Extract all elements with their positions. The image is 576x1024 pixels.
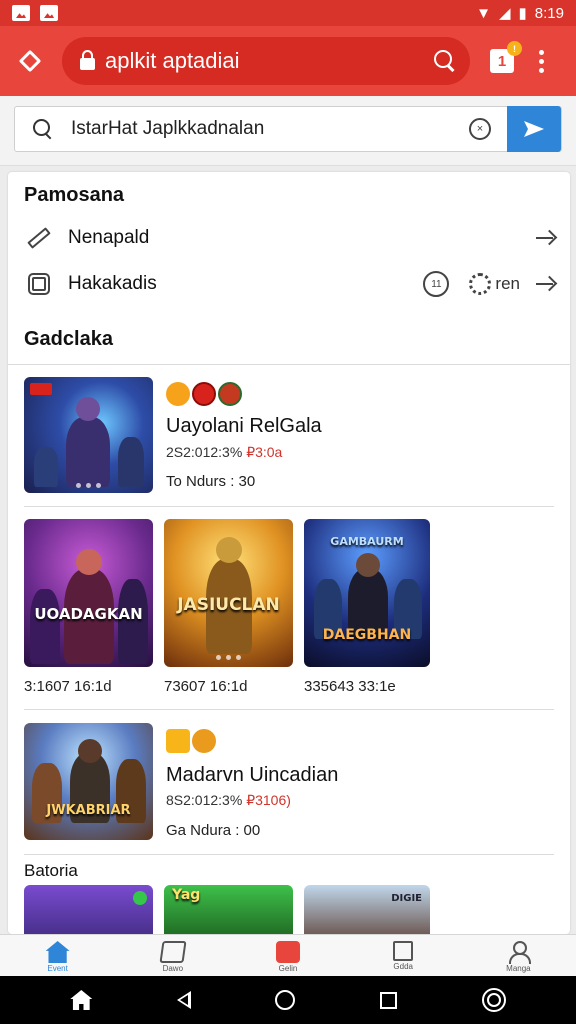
menu-item-label: Hakakadis [68,273,157,294]
divider [24,854,554,855]
menu-item-nenapald[interactable]: Nenapald [8,218,570,258]
game-thumbnail[interactable]: UOADAGKAN [24,519,153,667]
game-thumbnail[interactable]: JASIUCLAN [164,519,293,667]
diary-icon [159,941,187,963]
tabs-count: 1 [497,52,507,70]
divider [24,506,554,507]
face-badge-icon [192,729,216,753]
badge-row [166,382,242,406]
gear-label: ren [495,274,520,293]
game-thumbnail[interactable]: JWKABRIAR [24,723,153,840]
battery-icon: ▮ [518,5,527,22]
system-home-icon[interactable] [70,990,93,1010]
game-thumbnail[interactable] [24,885,153,934]
crown-badge-icon [166,729,190,753]
send-button[interactable] [507,106,561,152]
browser-toolbar: aplkit aptadiai 1 ! [0,26,576,96]
game-sub: Ga Ndura : 00 [166,822,261,839]
app-square-icon [28,273,50,295]
content-card: Pamosana Nenapald Hakakadis 11 ren Gadcl… [8,172,570,934]
home-circle-icon[interactable] [275,990,296,1010]
clear-icon[interactable]: × [469,118,491,140]
divider [8,364,570,365]
tag-badge [30,383,52,395]
game-art-title: DAEGBHAN [322,627,412,643]
send-icon [524,121,544,137]
arrow-right-icon [536,230,556,246]
status-bar: ▼ ◢ ▮ 8:19 [0,0,576,26]
grid-caption: 335643 33:1e [304,678,396,695]
star-badge-icon [166,382,190,406]
grid-caption: 3:1607 16:1d [24,678,112,695]
game-thumbnail[interactable]: GAMBAURM DAEGBHAN [304,519,430,667]
red-badge-icon [192,382,216,406]
game-art-title: Yag [172,887,201,903]
menu-item-hakakadis[interactable]: Hakakadis 11 ren [8,264,570,304]
square-icon [393,941,414,961]
nav-gelin[interactable]: Gelin [230,935,345,976]
search-box[interactable]: IstarHat Japlkkadnalan × [14,106,562,152]
game-sub: To Ndurs : 30 [166,473,256,490]
game-thumbnail[interactable]: DIGIE [304,885,430,934]
diamond-icon [18,49,42,73]
search-input[interactable]: IstarHat Japlkkadnalan [71,118,264,140]
notification-image-icon [12,5,30,21]
counter-button[interactable]: 11 [423,271,450,297]
search-area: IstarHat Japlkkadnalan × [0,96,576,166]
game-thumbnail[interactable] [24,377,153,493]
recents-icon[interactable] [380,991,398,1009]
nav-dawo[interactable]: Dawo [115,935,230,976]
arrow-right-icon [536,276,556,292]
divider [24,709,554,710]
menu-item-label: Nenapald [68,227,150,248]
grid-caption: 73607 16:1d [164,678,248,695]
bottom-nav: Event Dawo Gelin Gdda Manga [0,934,576,976]
signal-icon: ◢ [498,5,511,22]
game-thumbnail[interactable]: Yag [164,885,293,934]
game-meta: 2S2:012:3% ₽3:0a [166,444,283,460]
back-icon[interactable] [176,991,191,1009]
nav-gdda[interactable]: Gdda [346,935,461,976]
nav-manga[interactable]: Manga [461,935,576,976]
assistant-icon[interactable] [481,988,506,1012]
system-nav-bar [0,976,576,1024]
game-meta: 8S2:012:3% ₽3106) [166,792,291,808]
cart-icon [276,941,300,963]
user-icon [508,941,532,964]
badge-row [166,729,216,753]
pencil-icon [27,227,51,249]
gear-icon[interactable] [469,273,492,295]
home-icon [45,941,70,963]
hero-figure [66,417,110,487]
lock-icon [80,50,95,70]
url-text: aplkit aptadiai [105,48,240,73]
game-art-title: DIGIE [391,893,422,904]
home-button[interactable] [14,45,46,77]
clock: 8:19 [534,4,564,22]
tabs-badge: ! [507,41,522,56]
url-bar[interactable]: aplkit aptadiai [62,37,470,85]
game-title[interactable]: Madarvn Uincadian [166,764,338,787]
green-badge-icon [218,382,242,406]
carousel-dots [76,483,101,488]
game-art-title: JWKABRIAR [46,803,131,818]
game-art-title: UOADAGKAN [34,605,143,623]
more-menu-icon[interactable] [538,49,544,73]
game-art-title: JASIUCLAN [177,595,280,615]
section-title: Gadclaka [24,328,113,350]
game-art-subtitle: GAMBAURM [330,535,404,548]
section-title: Pamosana [24,184,125,206]
game-title[interactable]: Uayolani RelGala [166,415,322,438]
notification-gallery-icon [40,5,58,21]
search-icon[interactable] [434,50,456,72]
section-title: Batoria [24,861,78,880]
carousel-dots [216,655,241,660]
nav-event[interactable]: Event [0,935,115,976]
wifi-icon: ▼ [476,4,491,22]
tabs-button[interactable]: 1 ! [490,41,522,73]
search-icon [33,119,53,139]
